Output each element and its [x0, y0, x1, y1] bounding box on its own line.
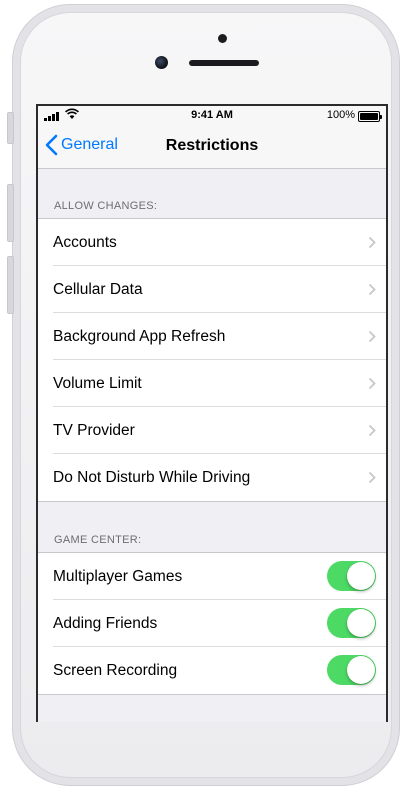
list-item-label: Volume Limit — [53, 375, 142, 392]
list-item-screen-recording: Screen Recording — [38, 647, 386, 694]
toggle-knob — [347, 656, 375, 684]
page-title: Restrictions — [165, 137, 259, 154]
battery-percentage: 100% — [326, 109, 355, 121]
mute-switch — [7, 112, 14, 144]
chevron-right-icon — [368, 424, 376, 437]
list-item-label: TV Provider — [53, 422, 135, 439]
list-item-volume-limit[interactable]: Volume Limit — [38, 360, 386, 407]
screen-recording-toggle[interactable] — [327, 655, 376, 685]
game-center-list: Multiplayer Games Adding Friends Screen … — [38, 552, 386, 695]
list-item-tv-provider[interactable]: TV Provider — [38, 407, 386, 454]
volume-up-button — [7, 184, 14, 242]
list-item-label: Background App Refresh — [53, 328, 226, 345]
chevron-right-icon — [368, 236, 376, 249]
chevron-right-icon — [368, 377, 376, 390]
list-item-label: Cellular Data — [53, 281, 143, 298]
adding-friends-toggle[interactable] — [327, 608, 376, 638]
list-item-label: Multiplayer Games — [53, 568, 183, 585]
toggle-knob — [347, 562, 375, 590]
section-header-allow-changes: ALLOW CHANGES: — [54, 200, 158, 212]
chevron-right-icon — [368, 471, 376, 484]
battery-icon — [358, 111, 382, 122]
front-sensor — [218, 34, 227, 43]
front-camera — [155, 56, 168, 69]
list-item-multiplayer-games: Multiplayer Games — [38, 553, 386, 600]
list-item-label: Screen Recording — [53, 662, 178, 679]
list-item-label: Accounts — [53, 234, 117, 251]
list-item-background-app-refresh[interactable]: Background App Refresh — [38, 313, 386, 360]
list-item-label: Adding Friends — [53, 615, 158, 632]
list-item-label: Do Not Disturb While Driving — [53, 469, 251, 486]
list-item-do-not-disturb-while-driving[interactable]: Do Not Disturb While Driving — [38, 454, 386, 501]
multiplayer-games-toggle[interactable] — [327, 561, 376, 591]
toggle-knob — [347, 609, 375, 637]
screen: 9:41 AM 100% General Restrictions ALLOW … — [36, 104, 388, 722]
allow-changes-list: Accounts Cellular Data Background App Re… — [38, 218, 386, 502]
navigation-bar: General Restrictions — [38, 126, 386, 169]
volume-down-button — [7, 256, 14, 314]
list-item-cellular-data[interactable]: Cellular Data — [38, 266, 386, 313]
section-header-game-center: GAME CENTER: — [54, 534, 142, 546]
list-item-adding-friends: Adding Friends — [38, 600, 386, 647]
earpiece-speaker — [189, 60, 259, 66]
chevron-right-icon — [368, 330, 376, 343]
list-item-accounts[interactable]: Accounts — [38, 219, 386, 266]
chevron-right-icon — [368, 283, 376, 296]
status-bar: 9:41 AM 100% — [38, 106, 386, 126]
